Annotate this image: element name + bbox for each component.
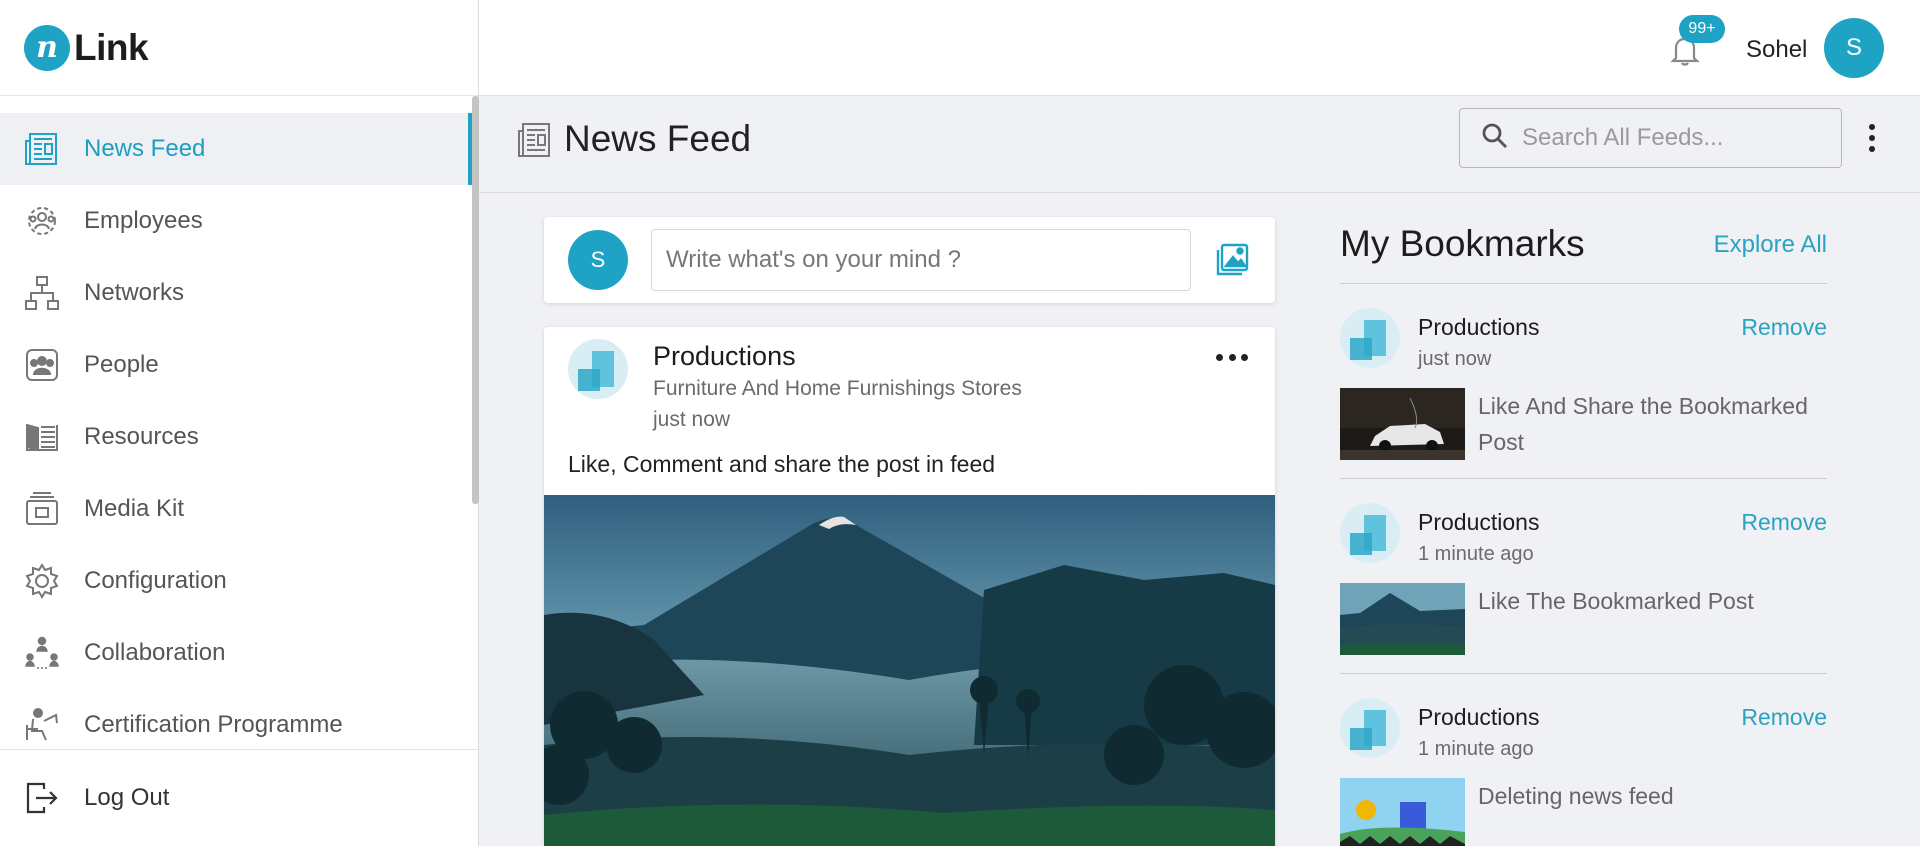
organization-logo [1340,308,1400,368]
user-name[interactable]: Sohel [1746,36,1807,64]
remove-bookmark-button[interactable]: Remove [1741,704,1827,731]
avatar[interactable]: S [1824,18,1884,78]
logout-button[interactable]: Log Out [0,749,479,846]
organization-logo [1340,503,1400,563]
collaboration-icon [24,635,60,671]
bookmark-author: Productions [1418,314,1540,340]
sidebar-item-label: Collaboration [84,639,226,666]
post-options-icon[interactable] [1216,351,1248,363]
bookmark-timestamp: 1 minute ago [1418,543,1534,565]
bookmark-thumbnail [1340,388,1465,460]
sidebar-nav: News Feed Employees Networks People Reso… [0,113,472,761]
sidebar-item-people[interactable]: People [0,329,472,401]
post-input[interactable] [651,229,1191,291]
bookmarks-title: My Bookmarks [1340,223,1585,264]
sidebar-item-label: Media Kit [84,495,185,522]
feed-post: Productions Furniture And Home Furnishin… [544,327,1275,846]
logout-icon [24,780,60,816]
logo-text: Link [74,26,149,68]
logout-label: Log Out [84,784,170,811]
bookmark-item[interactable]: Productions Remove 1 minute ago Like The… [1340,478,1827,673]
sidebar-item-media-kit[interactable]: Media Kit [0,473,472,545]
bookmark-author: Productions [1418,704,1540,730]
bookmark-text: Like And Share the Bookmarked Post [1478,393,1808,455]
sidebar-item-resources[interactable]: Resources [0,401,472,473]
sidebar-item-label: Configuration [84,567,227,594]
bookmark-thumbnail [1340,778,1465,846]
avatar: S [568,230,628,290]
networks-icon [24,275,60,311]
logo-mark: n [24,24,70,71]
remove-bookmark-button[interactable]: Remove [1741,509,1827,536]
sidebar-item-label: News Feed [84,135,206,162]
post-category: Furniture And Home Furnishings Stores [653,377,1022,400]
organization-logo[interactable] [568,339,628,399]
sidebar-item-label: Certification Programme [84,711,343,738]
post-text: Like, Comment and share the post in feed [568,451,996,477]
certification-icon [24,707,60,743]
notification-badge: 99+ [1679,15,1725,43]
bookmark-thumbnail [1340,583,1465,655]
search-input[interactable] [1522,124,1822,152]
page-header: News Feed [479,96,1920,193]
media-kit-icon [24,491,60,527]
sidebar-item-networks[interactable]: Networks [0,257,472,329]
bookmark-author: Productions [1418,509,1540,535]
sidebar-scrollbar[interactable] [472,96,479,504]
top-bar: 99+ Sohel S [479,0,1920,96]
remove-bookmark-button[interactable]: Remove [1741,314,1827,341]
news-feed-icon [24,131,60,167]
bookmark-timestamp: 1 minute ago [1418,738,1534,760]
sidebar-item-label: Employees [84,207,203,234]
organization-logo [1340,698,1400,758]
sidebar-item-label: Networks [84,279,185,306]
gear-icon [24,563,60,599]
sidebar: n Link News Feed Employees Networks Peop… [0,0,479,846]
news-feed-icon [517,120,553,160]
post-author[interactable]: Productions [653,341,796,372]
employees-icon [24,203,60,239]
sidebar-item-configuration[interactable]: Configuration [0,545,472,617]
sidebar-item-collaboration[interactable]: Collaboration [0,617,472,689]
bookmark-item[interactable]: Productions Remove 1 minute ago Deleting… [1340,673,1827,846]
bookmark-text: Like The Bookmarked Post [1478,588,1754,614]
app-logo[interactable]: n Link [0,0,478,96]
sidebar-item-label: People [84,351,159,378]
resources-icon [24,419,60,455]
sidebar-item-label: Resources [84,423,199,450]
bookmark-item[interactable]: Productions Remove just now Like And Sha… [1340,283,1827,478]
image-upload-icon[interactable] [1214,242,1250,278]
post-image[interactable] [544,495,1275,846]
page-title: News Feed [564,118,752,159]
bookmark-text: Deleting news feed [1478,783,1674,809]
sidebar-item-news-feed[interactable]: News Feed [0,113,472,185]
post-timestamp: just now [653,408,731,431]
explore-all-link[interactable]: Explore All [1714,231,1827,259]
bookmark-timestamp: just now [1418,348,1492,370]
more-options-icon[interactable] [1862,120,1882,156]
search-icon [1482,123,1508,154]
sidebar-item-employees[interactable]: Employees [0,185,472,257]
post-composer: S [544,217,1275,303]
search-box[interactable] [1459,108,1842,168]
people-icon [24,347,60,383]
